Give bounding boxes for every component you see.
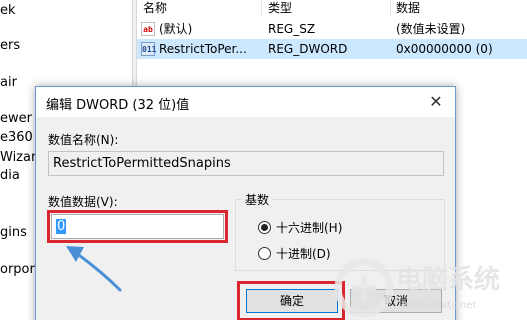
value-row-restrict[interactable]: 011 RestrictToPer... REG_DWORD 0x0000000… (137, 39, 527, 59)
ok-button-highlight (237, 281, 345, 320)
value-type: REG_SZ (268, 22, 316, 36)
tree-item[interactable]: e360 (0, 130, 33, 145)
tree-item[interactable]: air (0, 75, 17, 90)
value-data: (数值未设置) (396, 22, 466, 36)
dialog-title: 编辑 DWORD (32 位)值 (46, 98, 190, 113)
base-group-label: 基数 (242, 191, 273, 208)
tree-item[interactable]: dia (0, 168, 20, 183)
value-data-label: 数值数据(V): (48, 195, 118, 209)
watermark-logo: 电脑系统 www.dnxtc.net (330, 252, 527, 320)
tree-item[interactable]: ek (0, 3, 16, 18)
dword-value-icon: 011 (141, 42, 156, 56)
radio-checked-icon[interactable] (258, 221, 271, 234)
column-header-name[interactable]: 名称 (143, 0, 167, 17)
tree-item[interactable]: ewer (0, 111, 32, 126)
string-value-icon: ab (141, 22, 155, 36)
column-header-type[interactable]: 类型 (268, 0, 292, 17)
column-divider[interactable] (261, 0, 262, 17)
dialog-titlebar[interactable]: 编辑 DWORD (32 位)值 ✕ (36, 87, 455, 117)
tree-item[interactable]: ers (0, 38, 20, 53)
column-divider[interactable] (390, 0, 391, 17)
radio-unchecked-icon[interactable] (258, 247, 271, 260)
value-name: RestrictToPer... (159, 42, 247, 56)
value-data: 0x00000000 (0) (396, 42, 493, 56)
value-type: REG_DWORD (268, 42, 348, 56)
radio-hexadecimal[interactable]: 十六进制(H) (258, 220, 378, 236)
logo-icon: 电脑系统 www.dnxtc.net (334, 258, 500, 318)
close-icon[interactable]: ✕ (427, 93, 445, 111)
value-name-label: 数值名称(N): (48, 133, 119, 147)
column-header-data[interactable]: 数据 (396, 0, 420, 17)
radio-dec-label: 十进制(D) (276, 247, 331, 261)
watermark-url: www.dnxtc.net (402, 300, 476, 311)
value-name-field: RestrictToPermittedSnapins (48, 151, 444, 176)
watermark-text: 电脑系统 (396, 264, 500, 295)
tree-item[interactable]: gins (0, 225, 27, 240)
value-row-default[interactable]: ab (默认) REG_SZ (数值未设置) (137, 19, 527, 39)
value-data-highlight (47, 210, 228, 243)
value-name: (默认) (159, 22, 193, 36)
radio-hex-label: 十六进制(H) (276, 221, 343, 235)
